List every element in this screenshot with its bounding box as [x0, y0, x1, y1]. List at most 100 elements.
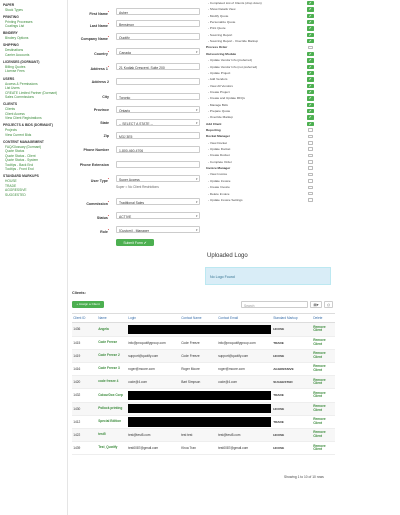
login-cell: test@test5.com [127, 428, 180, 443]
permission-checkbox[interactable]: ✔ [307, 77, 314, 82]
permission-label: Invoice Manager [206, 166, 231, 171]
remove-client-link[interactable]: Remove Client [312, 428, 335, 443]
sidebar-item[interactable]: View Client Registrations [0, 116, 67, 121]
user-type-select[interactable]: Super Access [116, 175, 200, 182]
columns-button[interactable]: ▤▾ [310, 301, 322, 308]
table-row: 1416 Code Freeze 3 roger@moore.com Roger Mo… [72, 362, 335, 377]
phone-field[interactable]: 1-800-460-4706 [116, 146, 200, 153]
permission-checkbox[interactable] [307, 166, 313, 171]
column-header[interactable]: Client ID [72, 312, 97, 324]
sidebar-item[interactable]: Coatings List [0, 24, 67, 29]
address2-field[interactable] [116, 78, 200, 85]
status-select[interactable]: ACTIVE [116, 212, 200, 219]
remove-client-link[interactable]: Remove Client [312, 322, 335, 337]
permission-checkbox[interactable]: ✔ [307, 58, 314, 63]
permission-row: - Complete Order [206, 160, 346, 165]
permission-checkbox[interactable]: ✔ [307, 64, 314, 69]
contact-name-cell: Roger Moore [180, 362, 217, 377]
permission-checkbox[interactable]: ✔ [307, 89, 314, 95]
city-field[interactable]: Toronto [116, 93, 200, 100]
permission-checkbox[interactable]: ✔ [307, 115, 314, 120]
permission-checkbox[interactable] [307, 134, 313, 139]
permission-checkbox[interactable] [307, 141, 313, 145]
submit-form-button[interactable]: Submit Form ✔ [116, 239, 154, 246]
permission-checkbox[interactable]: ✔ [307, 96, 314, 101]
province-select[interactable]: Ontario [116, 106, 200, 113]
city-label: City [102, 94, 109, 99]
role-select[interactable]: [Custom] - Manager [116, 226, 200, 233]
client-name-link[interactable]: Code Freeze 2 [97, 349, 127, 363]
client-name-link[interactable]: Test_Quotify [97, 441, 127, 456]
client-name-link[interactable]: test5 [97, 428, 127, 443]
client-name-link[interactable]: Angela [97, 322, 127, 337]
permission-checkbox[interactable]: ✔ [307, 13, 314, 19]
permission-checkbox[interactable] [307, 153, 313, 158]
last-name-field[interactable]: Bensimon [116, 20, 200, 27]
permission-checkbox[interactable]: ✔ [307, 121, 314, 127]
permission-checkbox[interactable] [307, 179, 313, 183]
permission-checkbox[interactable]: ✔ [307, 1, 314, 6]
sidebar-item[interactable]: Bindery Options [0, 36, 67, 41]
remove-client-link[interactable]: Remove Client [312, 415, 335, 429]
column-header[interactable]: Contact Email [217, 312, 272, 324]
remove-client-link[interactable]: Remove Client [312, 402, 335, 416]
zip-field[interactable]: M3J 3E5 [116, 132, 200, 139]
company-name-field[interactable]: Quotify [116, 33, 200, 40]
sidebar-item[interactable]: Sales Commissions [0, 95, 67, 100]
permission-checkbox[interactable]: ✔ [307, 7, 314, 12]
column-header[interactable]: Login [127, 312, 180, 324]
permission-checkbox[interactable]: ✔ [307, 39, 314, 44]
commission-select[interactable]: Traditional Sales [116, 198, 200, 205]
remove-client-link[interactable]: Remove Client [312, 362, 335, 377]
permission-checkbox[interactable] [307, 191, 313, 196]
permission-checkbox[interactable]: ✔ [307, 83, 314, 88]
column-header[interactable]: Name [97, 312, 127, 324]
column-header[interactable]: Delete [312, 312, 335, 324]
sidebar-item[interactable]: Tooltips - Front End [0, 167, 67, 172]
permission-checkbox[interactable]: ✔ [307, 108, 314, 114]
permission-checkbox[interactable]: ✔ [307, 102, 314, 107]
redacted-cell [127, 415, 272, 429]
client-name-link[interactable]: Pollock printing [97, 402, 127, 416]
phone-ext-field[interactable] [116, 161, 200, 168]
client-name-link[interactable]: Special Edition [97, 415, 127, 429]
permission-checkbox[interactable] [307, 45, 313, 50]
search-input[interactable]: Search [241, 301, 308, 308]
permission-checkbox[interactable] [307, 128, 313, 132]
permission-checkbox[interactable] [307, 172, 313, 177]
permission-checkbox[interactable]: ✔ [307, 32, 314, 38]
permission-checkbox[interactable] [307, 160, 313, 164]
client-name-link[interactable]: Code Freeze 3 [97, 362, 127, 377]
column-header[interactable]: Contact Name [180, 312, 217, 324]
remove-client-link[interactable]: Remove Client [312, 349, 335, 363]
column-header[interactable]: Standard Markup [272, 312, 312, 324]
permission-checkbox[interactable]: ✔ [307, 26, 314, 31]
sidebar-item[interactable]: Stock Types [0, 8, 67, 13]
sidebar-item[interactable]: License Fees [0, 69, 67, 74]
assign-client-button[interactable]: + Assign a Client [72, 301, 104, 308]
permission-checkbox[interactable] [307, 198, 313, 202]
permission-checkbox[interactable] [307, 147, 313, 152]
permission-checkbox[interactable] [307, 185, 313, 190]
permission-checkbox[interactable]: ✔ [307, 51, 314, 57]
remove-client-link[interactable]: Remove Client [312, 336, 335, 350]
sidebar-item[interactable]: View Current Bids [0, 133, 67, 138]
permission-checkbox[interactable]: ✔ [307, 70, 314, 76]
sidebar-item[interactable]: Carrier Accounts [0, 53, 67, 58]
first-name-field[interactable]: Asher [116, 8, 200, 15]
permission-checkbox[interactable]: ✔ [307, 20, 314, 25]
remove-client-link[interactable]: Remove Client [312, 388, 335, 403]
remove-client-link[interactable]: Remove Client [312, 441, 335, 456]
client-name-link[interactable]: ColourDox Corp [97, 388, 127, 403]
address1-field[interactable]: 21 Kodiak Crescent, Suite 200 [116, 63, 200, 70]
country-select[interactable]: Canada [116, 48, 200, 55]
sidebar-section-title: PROJECTS & BIDS (DORMANT) [3, 123, 53, 128]
remove-client-link[interactable]: Remove Client [312, 375, 335, 390]
permission-label: - Update Invoice Settings [208, 197, 243, 202]
state-select[interactable]: -- SELECT A STATE -- [116, 119, 200, 126]
export-button[interactable]: ⎙ [324, 301, 333, 308]
sidebar-item[interactable]: SUGGESTED [0, 193, 67, 198]
client-name-link[interactable]: Code Freeze [97, 336, 127, 350]
client-name-link[interactable]: code freeze 4 [97, 375, 127, 390]
user-type-label: User Type* [90, 176, 109, 183]
